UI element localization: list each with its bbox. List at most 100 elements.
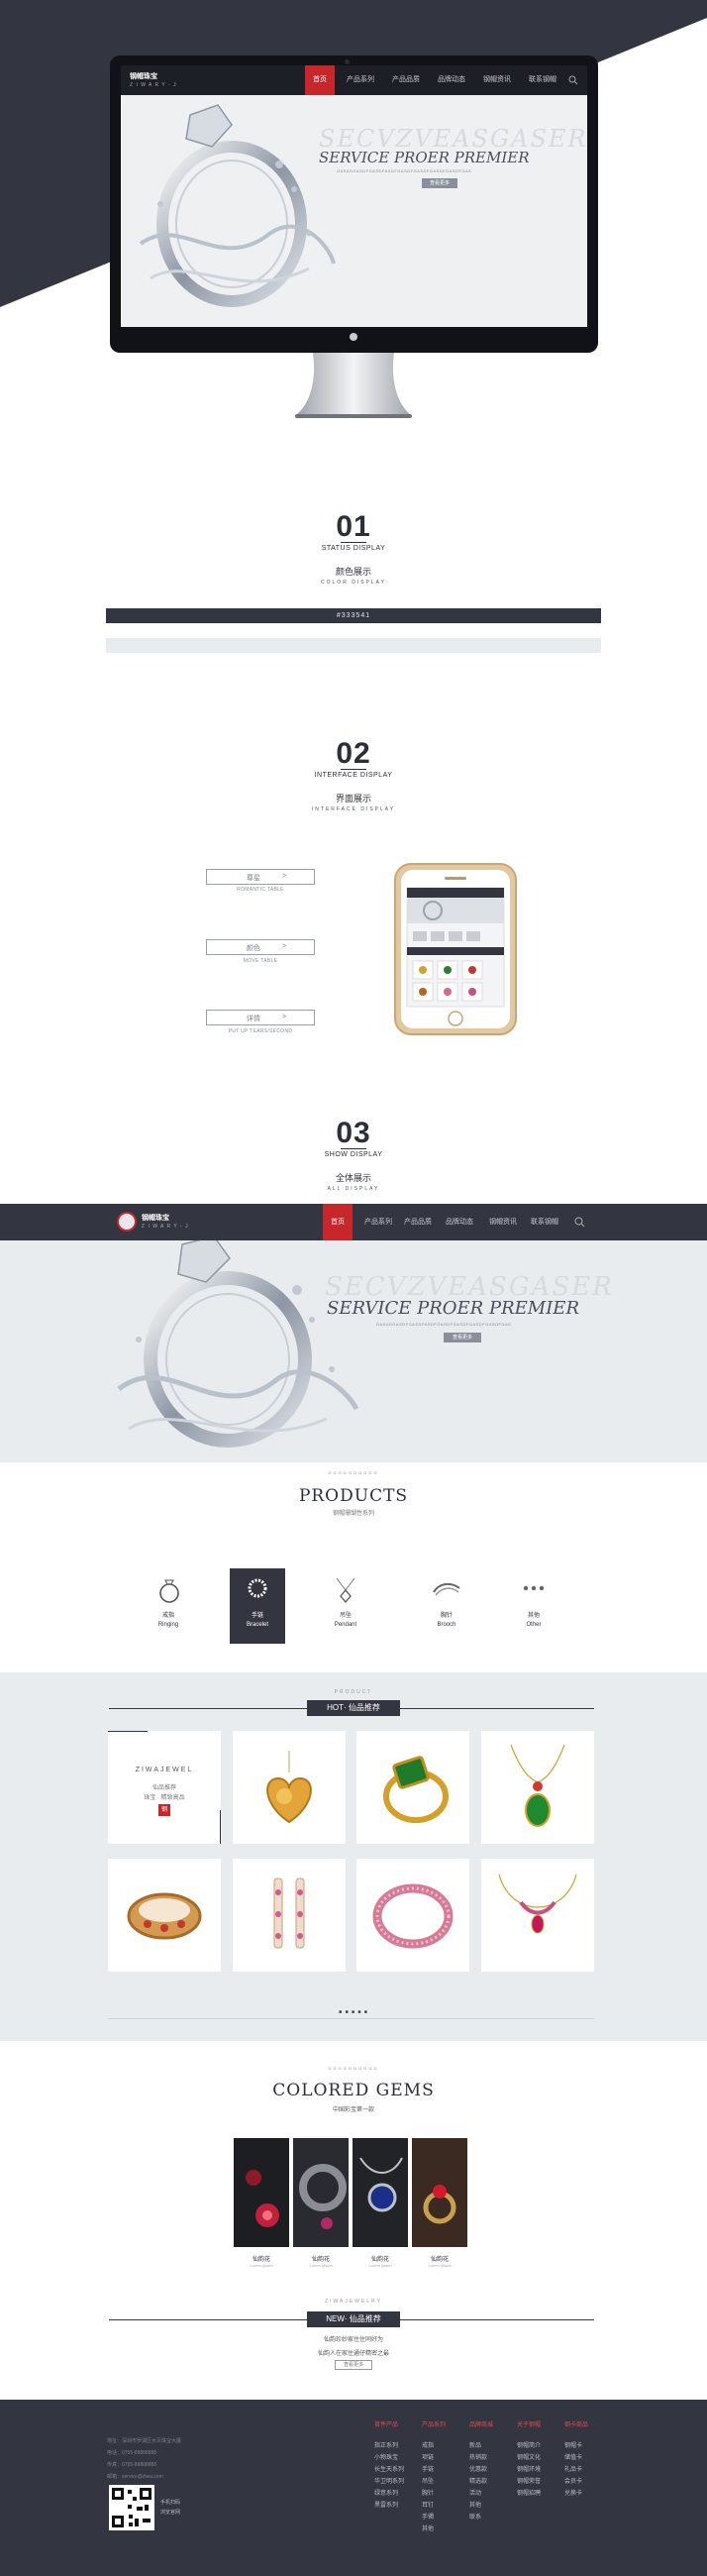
- brooch-icon: [433, 1582, 460, 1596]
- other-icon: [523, 1585, 545, 1591]
- screen-nav-news[interactable]: 品牌动态: [430, 65, 473, 95]
- ui-button-2[interactable]: 颜色 >: [206, 939, 315, 955]
- apple-logo-icon: [350, 333, 357, 341]
- category-brooch-cn: 胸针: [440, 1613, 453, 1619]
- preview-nav-contact[interactable]: 联系钢帽: [523, 1204, 566, 1240]
- product-card[interactable]: [108, 1859, 221, 1972]
- new-text1: 仙韵珍妙家住住同好为: [323, 2337, 383, 2343]
- ui-button-3[interactable]: 详情 >: [206, 1010, 315, 1025]
- gem-card[interactable]: [234, 2138, 289, 2247]
- category-pendant[interactable]: 吊坠 Pendant: [317, 1568, 374, 1644]
- section3-en: SHOW DISPLAY: [324, 1151, 383, 1158]
- product-card[interactable]: [356, 1859, 469, 1972]
- category-ring-cn: 戒指: [161, 1613, 174, 1619]
- footer-link[interactable]: 长生天系列: [374, 2464, 422, 2476]
- footer-link[interactable]: 活动: [469, 2488, 513, 2500]
- product-card[interactable]: [233, 1731, 346, 1844]
- category-brooch[interactable]: 胸针 Brooch: [418, 1568, 475, 1644]
- product-card[interactable]: [481, 1859, 594, 1972]
- hot-label: HOT· 仙品推荐: [307, 1700, 400, 1716]
- preview-nav-home[interactable]: 首页: [323, 1204, 353, 1240]
- featured-corner-top: [108, 1731, 148, 1732]
- section2-sub: INTERFACE DISPLAY: [311, 806, 396, 812]
- footer-link[interactable]: 兑换卡: [564, 2488, 608, 2500]
- section2-underline: [341, 769, 366, 770]
- footer-link[interactable]: 会员卡: [564, 2476, 608, 2488]
- footer-link[interactable]: 手镯: [422, 2512, 465, 2523]
- product-card[interactable]: [233, 1859, 346, 1972]
- gem-caption-small: Lorem ipsum: [309, 2263, 333, 2268]
- gem-card[interactable]: [353, 2138, 408, 2247]
- category-bracelet[interactable]: 手链 Bracelet: [230, 1568, 285, 1644]
- screen-nav-quality[interactable]: 产品品质: [384, 65, 428, 95]
- category-other[interactable]: 其他 Other: [505, 1568, 562, 1644]
- preview-nav-products[interactable]: 产品系列: [356, 1204, 400, 1240]
- gem-card[interactable]: [412, 2138, 467, 2247]
- footer-link[interactable]: 其他: [422, 2523, 465, 2535]
- gem-caption-small: Lorem ipsum: [250, 2263, 273, 2268]
- preview-nav-news[interactable]: 品牌动态: [438, 1204, 481, 1240]
- preview-nav-info[interactable]: 钢帽资讯: [481, 1204, 525, 1240]
- footer-link[interactable]: 小物珠宝: [374, 2452, 422, 2464]
- footer-link[interactable]: 新品: [469, 2440, 513, 2452]
- footer-link[interactable]: 热销款: [469, 2452, 513, 2464]
- footer-link[interactable]: 钢帽卡: [564, 2440, 608, 2452]
- screen-nav-contact[interactable]: 联系钢帽: [521, 65, 564, 95]
- ui-button-1[interactable]: 尊星 >: [206, 869, 315, 885]
- footer-link[interactable]: 钢帽荣誉: [517, 2476, 564, 2488]
- hot-pager[interactable]: ■ ■ ■ ■ ■: [0, 2009, 707, 2015]
- chevron-right-icon: >: [282, 943, 287, 950]
- category-ring[interactable]: 戒指 Ringing: [140, 1568, 197, 1644]
- screen-banner-button[interactable]: 查看更多: [422, 178, 457, 188]
- footer-link[interactable]: 其他: [469, 2500, 513, 2512]
- chevron-right-icon: >: [282, 1014, 287, 1020]
- footer-link[interactable]: 胸针: [422, 2488, 465, 2500]
- featured-card[interactable]: ZIWAJEWEL 仙品推荐 珠宝 · 精致高品 钢: [108, 1731, 221, 1844]
- product-card[interactable]: [481, 1731, 594, 1844]
- ui-button-2-label: 颜色: [247, 945, 260, 952]
- featured-badge: 钢: [158, 1804, 170, 1816]
- preview-logo-cn: 钢帽珠宝: [142, 1215, 169, 1222]
- ring-icon: [159, 1579, 179, 1603]
- footer-link[interactable]: 钢帽文化: [517, 2452, 564, 2464]
- footer-link[interactable]: 华卫明系列: [374, 2476, 422, 2488]
- screen-search-icon[interactable]: [568, 75, 578, 85]
- section2-cn: 界面展示: [335, 794, 371, 804]
- footer-link[interactable]: 戒指: [422, 2440, 465, 2452]
- featured-en: ZIWAJEWEL: [135, 1767, 194, 1773]
- footer-link[interactable]: 钢帽环境: [517, 2464, 564, 2476]
- footer-link[interactable]: 联系: [469, 2512, 513, 2523]
- footer-link[interactable]: 储值卡: [564, 2452, 608, 2464]
- preview-nav-quality[interactable]: 产品品质: [396, 1204, 440, 1240]
- preview-banner-button[interactable]: 查看更多: [444, 1333, 481, 1342]
- footer-col-title: 首件产品: [374, 2422, 399, 2428]
- product-card[interactable]: [356, 1731, 469, 1844]
- gem-caption: 仙韵花: [370, 2257, 389, 2263]
- screen-nav-products[interactable]: 产品系列: [339, 65, 382, 95]
- preview-search-icon[interactable]: [574, 1217, 585, 1228]
- screen-nav-home[interactable]: 首页: [305, 65, 335, 95]
- footer-link[interactable]: 钢帽简介: [517, 2440, 564, 2452]
- footer-link[interactable]: 礼品卡: [564, 2464, 608, 2476]
- category-other-en: Other: [526, 1622, 542, 1628]
- section1-en: STATUS DISPLAY: [321, 545, 386, 552]
- footer-link[interactable]: 吊坠: [422, 2476, 465, 2488]
- footer-link[interactable]: 指正系列: [374, 2440, 422, 2452]
- screen-nav-info[interactable]: 钢帽资讯: [475, 65, 519, 95]
- footer-link[interactable]: 耳钉: [422, 2500, 465, 2512]
- gem-caption: 仙韵花: [311, 2257, 330, 2263]
- gem-card[interactable]: [293, 2138, 349, 2247]
- section1-number: 01: [336, 510, 371, 543]
- new-button[interactable]: 查看更多: [335, 2360, 372, 2370]
- earrings-image: [273, 1878, 305, 1949]
- footer-link[interactable]: 项链: [422, 2452, 465, 2464]
- monitor-screen: 钢帽珠宝 Z I W A R Y - J 首页 产品系列 产品品质 品牌动态 钢…: [121, 65, 587, 327]
- screen-logo-cn: 钢帽珠宝: [130, 73, 157, 80]
- footer-link[interactable]: 手链: [422, 2464, 465, 2476]
- footer-link[interactable]: 精选款: [469, 2476, 513, 2488]
- footer-link[interactable]: 黑雷系列: [374, 2500, 422, 2512]
- footer-link[interactable]: 钢帽招聘: [517, 2488, 564, 2500]
- footer-link[interactable]: 绿意系列: [374, 2488, 422, 2500]
- footer-link[interactable]: 优惠款: [469, 2464, 513, 2476]
- monitor-camera: [345, 59, 350, 64]
